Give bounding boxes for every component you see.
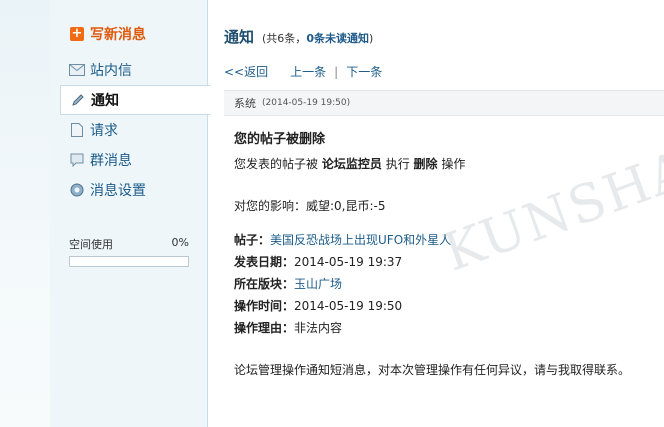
page-title: 通知 [224, 28, 255, 46]
message-sender: 系统 [234, 97, 256, 110]
next-link[interactable]: 下一条 [346, 63, 382, 80]
sidebar-item-requests[interactable]: 请求 [60, 115, 209, 145]
plus-icon: + [70, 26, 84, 41]
field-label: 帖子： [234, 233, 271, 247]
message-body: 您的帖子被删除 您发表的帖子被 论坛监控员 执行 删除 操作 对您的影响：威望:… [234, 128, 658, 381]
space-usage-label: 空间使用 [69, 238, 113, 251]
sidebar-item-label: 群消息 [90, 153, 132, 169]
field-board: 所在版块：玉山广场 [234, 273, 658, 295]
previous-link[interactable]: 上一条 [290, 63, 326, 80]
field-label: 发表日期： [234, 255, 295, 269]
field-operation-reason: 操作理由：非法内容 [234, 317, 658, 339]
count-prefix: (共6条， [262, 32, 307, 45]
sidebar: + 写新消息 站内信 通知 请求 群消息 消息设置 空间使用 0% [50, 0, 210, 427]
pencil-icon [70, 92, 86, 108]
sidebar-item-notifications[interactable]: 通知 [60, 85, 210, 115]
field-operation-time: 操作时间：2014-05-19 19:50 [234, 295, 658, 317]
action-suffix: 操作 [441, 157, 466, 171]
sidebar-item-message-settings[interactable]: 消息设置 [60, 175, 209, 205]
back-link[interactable]: <<返回 [224, 63, 268, 80]
sidebar-nav: 站内信 通知 请求 群消息 消息设置 [60, 55, 210, 205]
action-word: 删除 [413, 157, 438, 171]
sidebar-item-label: 站内信 [90, 63, 132, 79]
board-link[interactable]: 玉山广场 [294, 277, 342, 291]
sidebar-item-label: 消息设置 [90, 183, 146, 199]
message-action-line: 您发表的帖子被 论坛监控员 执行 删除 操作 [234, 153, 658, 175]
space-usage-bar [69, 256, 189, 267]
field-post: 帖子：美国反恐战场上出现UFO和外星人 [234, 229, 658, 251]
field-value: 2014-05-19 19:50 [294, 299, 403, 313]
field-value: 2014-05-19 19:37 [294, 255, 403, 269]
message-title: 您的帖子被删除 [234, 132, 326, 147]
main-content: 通知 (共6条，0条未读通知) <<返回 上一条 | 下一条 系统 (2014-… [208, 0, 664, 427]
sidebar-item-inbox[interactable]: 站内信 [60, 55, 209, 85]
settings-circle-icon [69, 182, 85, 198]
compose-label: 写新消息 [90, 27, 146, 43]
count-suffix: ) [368, 32, 374, 45]
field-label: 所在版块： [234, 277, 295, 291]
sidebar-item-group-messages[interactable]: 群消息 [60, 145, 209, 175]
field-value: 非法内容 [294, 321, 343, 335]
action-actor: 论坛监控员 [321, 157, 382, 171]
message-header: 系统 (2014-05-19 19:50) [224, 90, 664, 116]
chat-bubble-icon [69, 152, 85, 168]
envelope-icon [69, 62, 85, 78]
field-label: 操作理由： [234, 321, 295, 335]
page-left-gradient [0, 0, 50, 427]
space-usage-percent: 0% [171, 236, 189, 249]
field-label: 操作时间： [234, 299, 295, 313]
compose-message-button[interactable]: + 写新消息 [70, 24, 146, 44]
document-icon [69, 122, 85, 138]
field-post-date: 发表日期：2014-05-19 19:37 [234, 251, 658, 273]
sidebar-item-label: 请求 [90, 123, 118, 139]
action-mid: 执行 [385, 157, 410, 171]
unread-count: 0条未读通知 [306, 32, 369, 45]
pager-separator: | [334, 64, 339, 79]
message-time: (2014-05-19 19:50) [262, 98, 351, 108]
impact-line: 对您的影响：威望:0,昆币:-5 [234, 199, 386, 213]
notification-count: (共6条，0条未读通知) [262, 30, 373, 46]
pager: <<返回 上一条 | 下一条 [224, 63, 382, 80]
sidebar-item-label: 通知 [91, 93, 119, 109]
action-prefix: 您发表的帖子被 [234, 157, 319, 171]
title-row: 通知 (共6条，0条未读通知) [224, 26, 373, 47]
message-footer: 论坛管理操作通知短消息，对本次管理操作有任何异议，请与我取得联系。 [234, 363, 631, 377]
space-usage: 空间使用 0% [69, 236, 189, 267]
post-link[interactable]: 美国反恐战场上出现UFO和外星人 [270, 233, 451, 247]
